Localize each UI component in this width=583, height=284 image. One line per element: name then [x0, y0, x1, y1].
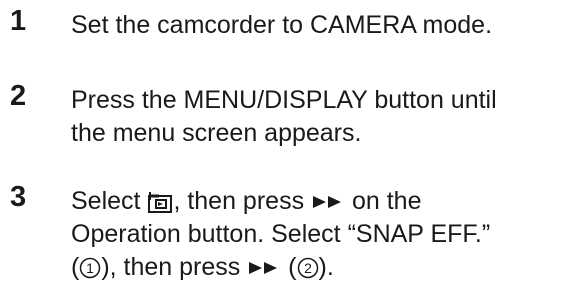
instruction-steps: 1 Set the camcorder to CAMERA mode. 2 Pr…: [0, 0, 583, 282]
step-number: 3: [10, 181, 27, 213]
step-text: Set the camcorder to CAMERA mode.: [71, 9, 581, 42]
step-line: Press the MENU/DISPLAY button until: [71, 86, 497, 114]
svg-text:1: 1: [86, 260, 94, 276]
text-fragment: ), then press: [101, 253, 248, 281]
circled-number-2: 2: [297, 257, 319, 279]
circled-number-1: 1: [79, 257, 101, 279]
text-fragment: (: [281, 253, 297, 281]
svg-text:2: 2: [304, 260, 312, 276]
text-fragment: (: [71, 253, 80, 281]
step-line: Select , then press on the: [71, 185, 581, 218]
step-number: 2: [10, 80, 27, 112]
double-right-arrow-icon: [311, 194, 345, 210]
step-line: (1 ), then press (2).: [71, 251, 581, 284]
camera-menu-icon: [147, 190, 173, 214]
text-fragment: , then press: [173, 187, 312, 215]
step-number: 1: [10, 5, 27, 37]
step-text: Select , then press on the Operation but…: [71, 185, 581, 284]
step-line: Set the camcorder to CAMERA mode.: [71, 11, 493, 39]
text-fragment: Select: [71, 187, 148, 215]
step-line: Operation button. Select “SNAP EFF.”: [71, 220, 491, 248]
text-fragment: ).: [318, 253, 334, 281]
step-line: the menu screen appears.: [71, 119, 362, 147]
step-text: Press the MENU/DISPLAY button until the …: [71, 84, 581, 150]
double-right-arrow-icon: [247, 260, 281, 276]
text-fragment: on the: [345, 187, 422, 215]
